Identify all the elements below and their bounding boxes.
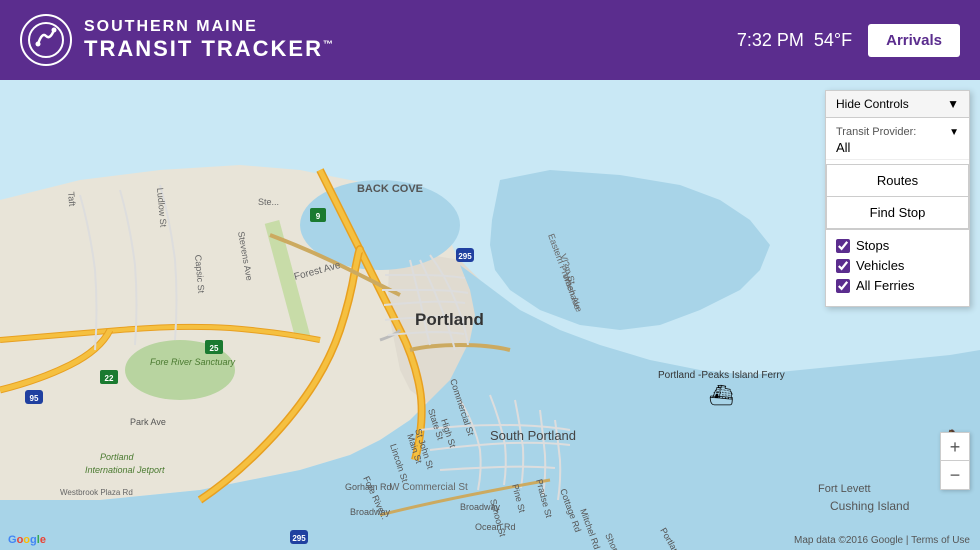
ferry-label: Portland -Peaks Island Ferry	[658, 370, 785, 381]
ferries-label: All Ferries	[856, 278, 915, 293]
zoom-out-button[interactable]: −	[941, 461, 969, 489]
logo-area: SOUTHERN MAINE TRANSIT TRACKER™	[20, 14, 335, 66]
routes-button[interactable]: Routes	[826, 164, 969, 197]
svg-text:295: 295	[458, 252, 472, 261]
stops-label: Stops	[856, 238, 889, 253]
ferry-icon: ⛴	[709, 383, 734, 408]
google-logo: Google	[8, 534, 46, 546]
time-temperature: 7:32 PM 54°F	[737, 30, 852, 51]
app-title-line1: SOUTHERN MAINE	[84, 17, 335, 36]
svg-text:Fore River Sanctuary: Fore River Sanctuary	[150, 357, 236, 367]
svg-text:International Jetport: International Jetport	[85, 465, 165, 475]
svg-text:Broadway: Broadway	[350, 507, 391, 517]
vehicles-checkbox[interactable]	[836, 259, 850, 273]
app-logo	[20, 14, 72, 66]
zoom-in-button[interactable]: +	[941, 433, 969, 461]
svg-text:BACK COVE: BACK COVE	[357, 183, 423, 195]
map-attribution: Map data ©2016 Google | Terms of Use	[794, 535, 970, 546]
app-title: SOUTHERN MAINE TRANSIT TRACKER™	[84, 17, 335, 63]
zoom-controls: + −	[940, 432, 970, 490]
stops-layer-option: Stops	[836, 238, 959, 253]
svg-text:Cushing Island: Cushing Island	[830, 499, 909, 513]
svg-text:Portland: Portland	[415, 310, 484, 329]
svg-text:Fort Levett: Fort Levett	[818, 483, 871, 495]
header-right: 7:32 PM 54°F Arrivals	[737, 24, 960, 57]
svg-text:Taft: Taft	[66, 191, 77, 207]
find-stop-button[interactable]: Find Stop	[826, 197, 969, 229]
svg-text:95: 95	[30, 394, 39, 403]
dropdown-arrow-icon: ▼	[947, 97, 959, 111]
arrivals-button[interactable]: Arrivals	[868, 24, 960, 57]
svg-text:9: 9	[316, 212, 321, 221]
controls-panel: Hide Controls ▼ Transit Provider: ▼ All …	[825, 90, 970, 307]
vehicles-layer-option: Vehicles	[836, 258, 959, 273]
map-container: Fore River Sanctuary	[0, 80, 980, 550]
app-header: SOUTHERN MAINE TRANSIT TRACKER™ 7:32 PM …	[0, 0, 980, 80]
svg-text:Gorham Rd: Gorham Rd	[345, 482, 392, 492]
svg-text:22: 22	[105, 374, 114, 383]
transit-provider-value: All	[836, 138, 959, 155]
transit-provider-section: Transit Provider: ▼ All	[826, 118, 969, 160]
ferries-layer-option: All Ferries	[836, 278, 959, 293]
svg-text:W Commercial St: W Commercial St	[390, 482, 468, 493]
ferry-marker: Portland -Peaks Island Ferry ⛴	[658, 370, 785, 408]
svg-text:Westbrook Plaza Rd: Westbrook Plaza Rd	[60, 488, 133, 497]
svg-text:Portland: Portland	[100, 452, 135, 462]
hide-controls-button[interactable]: Hide Controls ▼	[826, 91, 969, 118]
app-title-line2: TRANSIT TRACKER™	[84, 36, 335, 62]
ferries-checkbox[interactable]	[836, 279, 850, 293]
layer-options: Stops Vehicles All Ferries	[826, 229, 969, 306]
stops-checkbox[interactable]	[836, 239, 850, 253]
svg-text:295: 295	[292, 534, 306, 543]
svg-text:Park Ave: Park Ave	[130, 417, 166, 427]
svg-text:South Portland: South Portland	[490, 428, 576, 443]
vehicles-label: Vehicles	[856, 258, 904, 273]
transit-provider-dropdown-arrow: ▼	[949, 127, 959, 138]
svg-text:Ste...: Ste...	[258, 197, 279, 207]
svg-text:25: 25	[210, 344, 219, 353]
transit-provider-label: Transit Provider:	[836, 126, 916, 138]
